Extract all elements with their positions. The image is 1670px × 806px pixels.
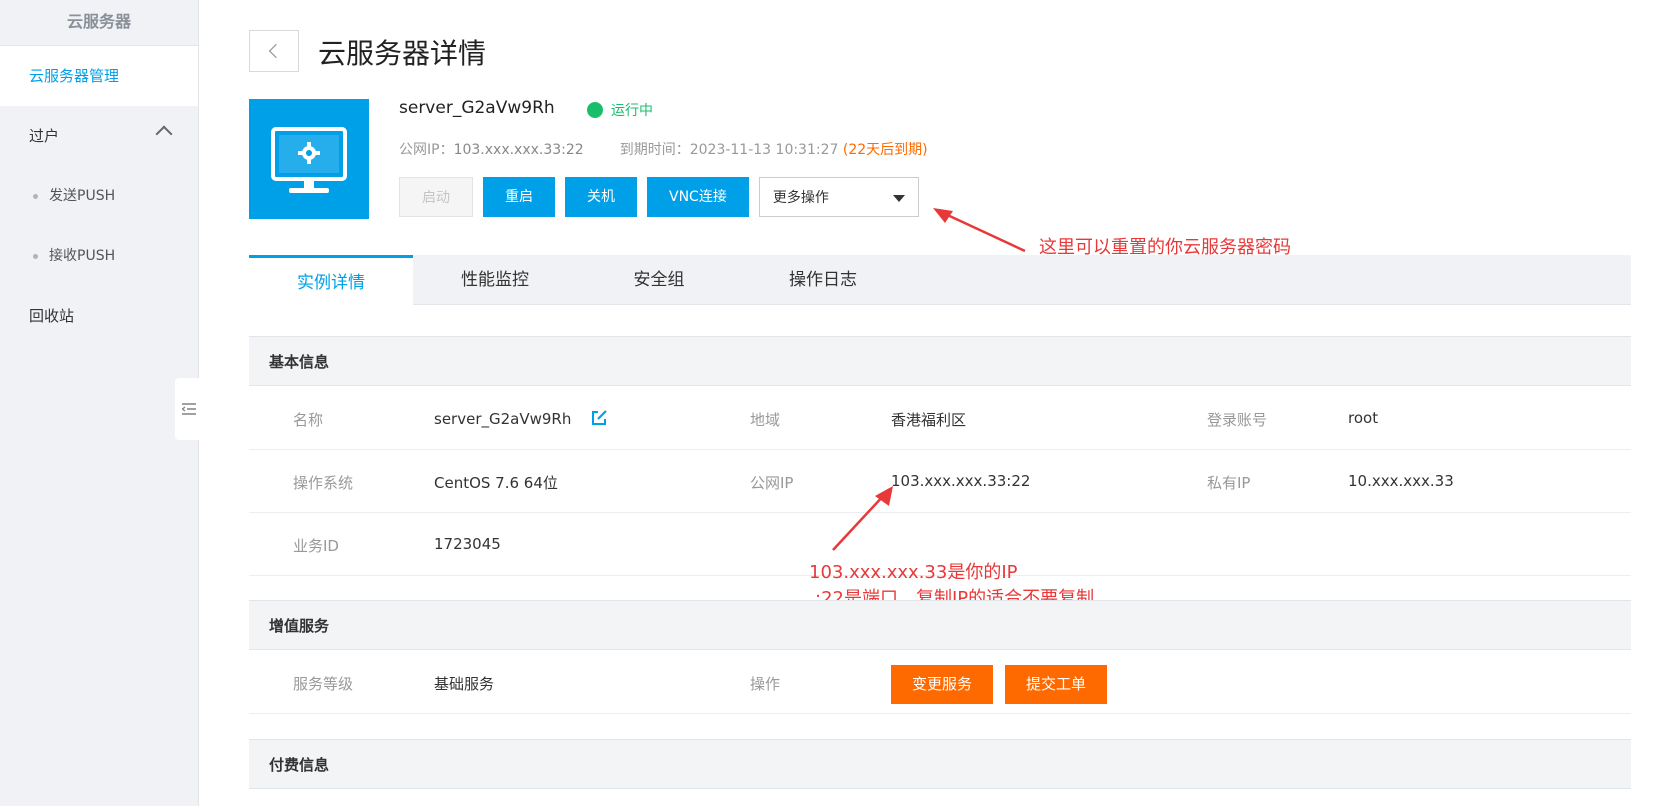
label-service-level: 服务等级 [293,675,354,693]
more-actions-dropdown[interactable]: 更多操作 [758,177,919,217]
sidebar-collapse-button[interactable] [175,378,201,440]
label-os: 操作系统 [293,474,354,492]
section-basic-info: 基本信息 [249,336,1631,386]
value-region: 香港福利区 [891,411,967,429]
tab-operation-log[interactable]: 操作日志 [741,255,905,305]
start-button[interactable]: 启动 [399,177,473,217]
server-meta: 公网IP：103.xxx.xxx.33:22 到期时间：2023-11-13 10… [399,139,928,159]
vnc-connect-button[interactable]: VNC连接 [647,177,749,217]
sidebar-item-server-management[interactable]: 云服务器管理 [0,46,198,106]
expire-note: (22天后到期) [842,142,928,158]
server-thumbnail [249,99,369,219]
value-public-ip: 103.xxx.xxx.33:22 [891,472,1031,490]
collapse-menu-icon [182,403,196,415]
monitor-icon [271,127,347,193]
sidebar-group-transfer[interactable]: 过户 [0,106,198,166]
status-text: 运行中 [611,103,653,119]
label-login-account: 登录账号 [1207,411,1268,429]
restart-button[interactable]: 重启 [483,177,555,217]
tab-bar: 实例详情 性能监控 安全组 操作日志 [249,255,1631,306]
table-row: 操作系统 CentOS 7.6 64位 公网IP 103.xxx.xxx.33:… [249,450,1631,513]
table-row: 服务等级 基础服务 操作 变更服务 提交工单 [249,651,1631,714]
value-os: CentOS 7.6 64位 [434,474,558,492]
sidebar-title: 云服务器 [0,0,198,46]
expire-value: 2023-11-13 10:31:27 [689,142,839,158]
sidebar-item-recycle-bin[interactable]: 回收站 [0,286,198,346]
back-button[interactable] [249,30,299,72]
tab-performance[interactable]: 性能监控 [413,255,577,305]
section-billing: 付费信息 [249,739,1631,789]
value-private-ip: 10.xxx.xxx.33 [1348,472,1454,490]
sidebar: 云服务器 云服务器管理 过户 发送PUSH 接收PUSH 回收站 [0,0,201,806]
expire-label: 到期时间： [619,142,690,158]
label-public-ip: 公网IP [750,474,794,492]
edit-icon[interactable] [590,409,608,427]
annotation-arrow-icon [933,208,1026,253]
caret-down-icon [892,195,905,202]
sidebar-group-label: 过户 [29,127,60,145]
sidebar-item-send-push[interactable]: 发送PUSH [0,166,198,226]
submit-ticket-button[interactable]: 提交工单 [1005,665,1108,704]
value-business-id: 1723045 [434,535,501,553]
status-dot-icon [587,102,603,118]
chevron-up-icon [155,125,173,143]
value-name: server_G2aVw9Rh [434,409,608,428]
server-name: server_G2aVw9Rh [399,98,555,118]
sidebar-item-label: 接收PUSH [49,248,116,264]
value-service-level: 基础服务 [434,675,495,693]
sidebar-item-label: 回收站 [29,307,75,325]
change-service-button[interactable]: 变更服务 [891,665,994,704]
annotation-ip-line1: 103.xxx.xxx.33是你的IP [809,562,1018,583]
tab-instance-details[interactable]: 实例详情 [249,255,413,306]
label-business-id: 业务ID [293,537,339,555]
page-title: 云服务器详情 [318,37,487,70]
sidebar-item-receive-push[interactable]: 接收PUSH [0,226,198,286]
public-ip-label: 公网IP： [399,142,454,158]
shutdown-button[interactable]: 关机 [565,177,637,217]
tab-security-group[interactable]: 安全组 [577,255,741,305]
label-region: 地域 [750,411,781,429]
label-operation: 操作 [750,675,781,693]
table-row: 名称 server_G2aVw9Rh 地域 香港福利区 登录账号 root [249,387,1631,450]
chevron-left-icon [268,43,284,59]
section-value-added: 增值服务 [249,600,1631,650]
bullet-icon [33,194,38,199]
annotation-arrow-icon [832,486,893,551]
public-ip-value: 103.xxx.xxx.33:22 [453,142,584,158]
label-name: 名称 [293,411,324,429]
label-private-ip: 私有IP [1207,474,1251,492]
bullet-icon [33,254,38,259]
more-actions-label: 更多操作 [772,190,829,206]
sidebar-item-label: 发送PUSH [49,188,116,204]
value-login-account: root [1348,409,1379,427]
status-badge: 运行中 [587,100,653,120]
server-name-value: server_G2aVw9Rh [434,410,572,428]
action-toolbar: 启动 重启 关机 VNC连接 更多操作 [399,177,919,217]
